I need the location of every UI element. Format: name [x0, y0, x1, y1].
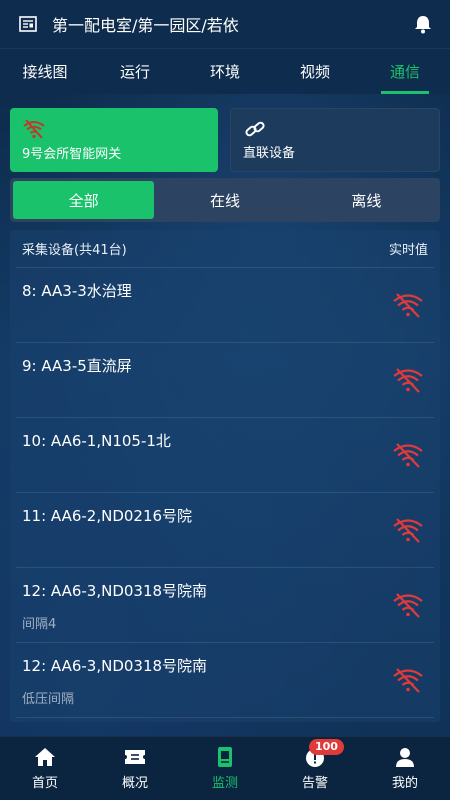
device-row[interactable]: 11: AA6-2,ND0216号院: [16, 493, 434, 568]
home-icon: [35, 748, 55, 766]
tab-communication[interactable]: 通信: [360, 49, 450, 94]
device-row[interactable]: 12: AA6-3,ND0318号院南 低压间隔: [16, 643, 434, 718]
device-list-panel: 采集设备(共41台) 实时值 8: AA3-3水治理 9: AA3-5直流屏 1…: [10, 230, 440, 722]
nav-mine[interactable]: 我的: [360, 737, 450, 800]
wifi-off-icon: [393, 293, 423, 318]
device-name: 9: AA3-5直流屏: [22, 357, 132, 375]
gateway-card-label: 直联设备: [243, 146, 296, 161]
top-tabs: 接线图 运行 环境 视频 通信: [0, 48, 450, 94]
user-icon: [396, 748, 414, 767]
device-list-header: 采集设备(共41台) 实时值: [16, 230, 434, 268]
ticket-icon: [125, 750, 145, 764]
filter-online[interactable]: 在线: [154, 181, 295, 219]
wifi-off-icon: [393, 368, 423, 393]
device-count-label: 采集设备(共41台): [22, 243, 127, 258]
tab-wiring[interactable]: 接线图: [0, 49, 90, 94]
link-icon: [245, 121, 265, 137]
wifi-off-icon: [393, 518, 423, 543]
device-row[interactable]: 10: AA6-1,N105-1北: [16, 418, 434, 493]
nav-label: 概况: [121, 776, 148, 791]
wifi-off-icon: [393, 593, 423, 618]
filter-all[interactable]: 全部: [13, 181, 155, 219]
monitor-icon: [218, 747, 232, 767]
device-name: 12: AA6-3,ND0318号院南: [22, 657, 208, 675]
device-name: 10: AA6-1,N105-1北: [22, 432, 171, 450]
nav-label: 我的: [391, 776, 418, 791]
location-title[interactable]: 第一配电室/第一园区/若依: [52, 12, 404, 36]
wifi-off-icon: [393, 668, 423, 693]
tab-environment[interactable]: 环境: [180, 49, 270, 94]
realtime-value-label: 实时值: [388, 243, 428, 258]
device-row[interactable]: 12: AA6-3,ND0318号院南 间隔4: [16, 568, 434, 643]
gateway-cards: 9号会所智能网关 直联设备: [0, 108, 450, 172]
gateway-card-smart[interactable]: 9号会所智能网关: [10, 108, 218, 172]
nav-alarm[interactable]: 100 告警: [270, 737, 360, 800]
nav-monitor[interactable]: 监测: [180, 737, 270, 800]
alarm-count-badge: 100: [309, 739, 344, 755]
device-name: 8: AA3-3水治理: [22, 282, 132, 300]
document-list-icon[interactable]: [18, 14, 38, 34]
device-row[interactable]: 9: AA3-5直流屏: [16, 343, 434, 418]
nav-label: 告警: [301, 776, 328, 791]
gateway-card-direct[interactable]: 直联设备: [230, 108, 440, 172]
wifi-off-icon: [393, 443, 423, 468]
device-name: 12: AA6-3,ND0318号院南: [22, 582, 208, 600]
bell-icon[interactable]: [412, 13, 434, 35]
device-name: 11: AA6-2,ND0216号院: [22, 507, 193, 525]
device-sub: 低压间隔: [22, 692, 75, 707]
tab-operation[interactable]: 运行: [90, 49, 180, 94]
nav-label: 监测: [211, 776, 238, 791]
gateway-card-label: 9号会所智能网关: [22, 147, 122, 162]
status-filter: 全部 在线 离线: [10, 178, 440, 222]
wifi-off-icon: [23, 119, 45, 139]
nav-overview[interactable]: 概况: [90, 737, 180, 800]
nav-home[interactable]: 首页: [0, 737, 90, 800]
device-sub: 间隔4: [22, 617, 57, 632]
app: 第一配电室/第一园区/若依 接线图 运行 环境 视频 通信 9号会所智能网关 直…: [0, 0, 450, 800]
nav-label: 首页: [31, 776, 58, 791]
device-row[interactable]: 8: AA3-3水治理: [16, 268, 434, 343]
header-bar: 第一配电室/第一园区/若依: [0, 0, 450, 48]
bottom-nav: 首页 概况 监测 100 告警 我的: [0, 736, 450, 800]
tab-video[interactable]: 视频: [270, 49, 360, 94]
filter-offline[interactable]: 离线: [296, 181, 437, 219]
